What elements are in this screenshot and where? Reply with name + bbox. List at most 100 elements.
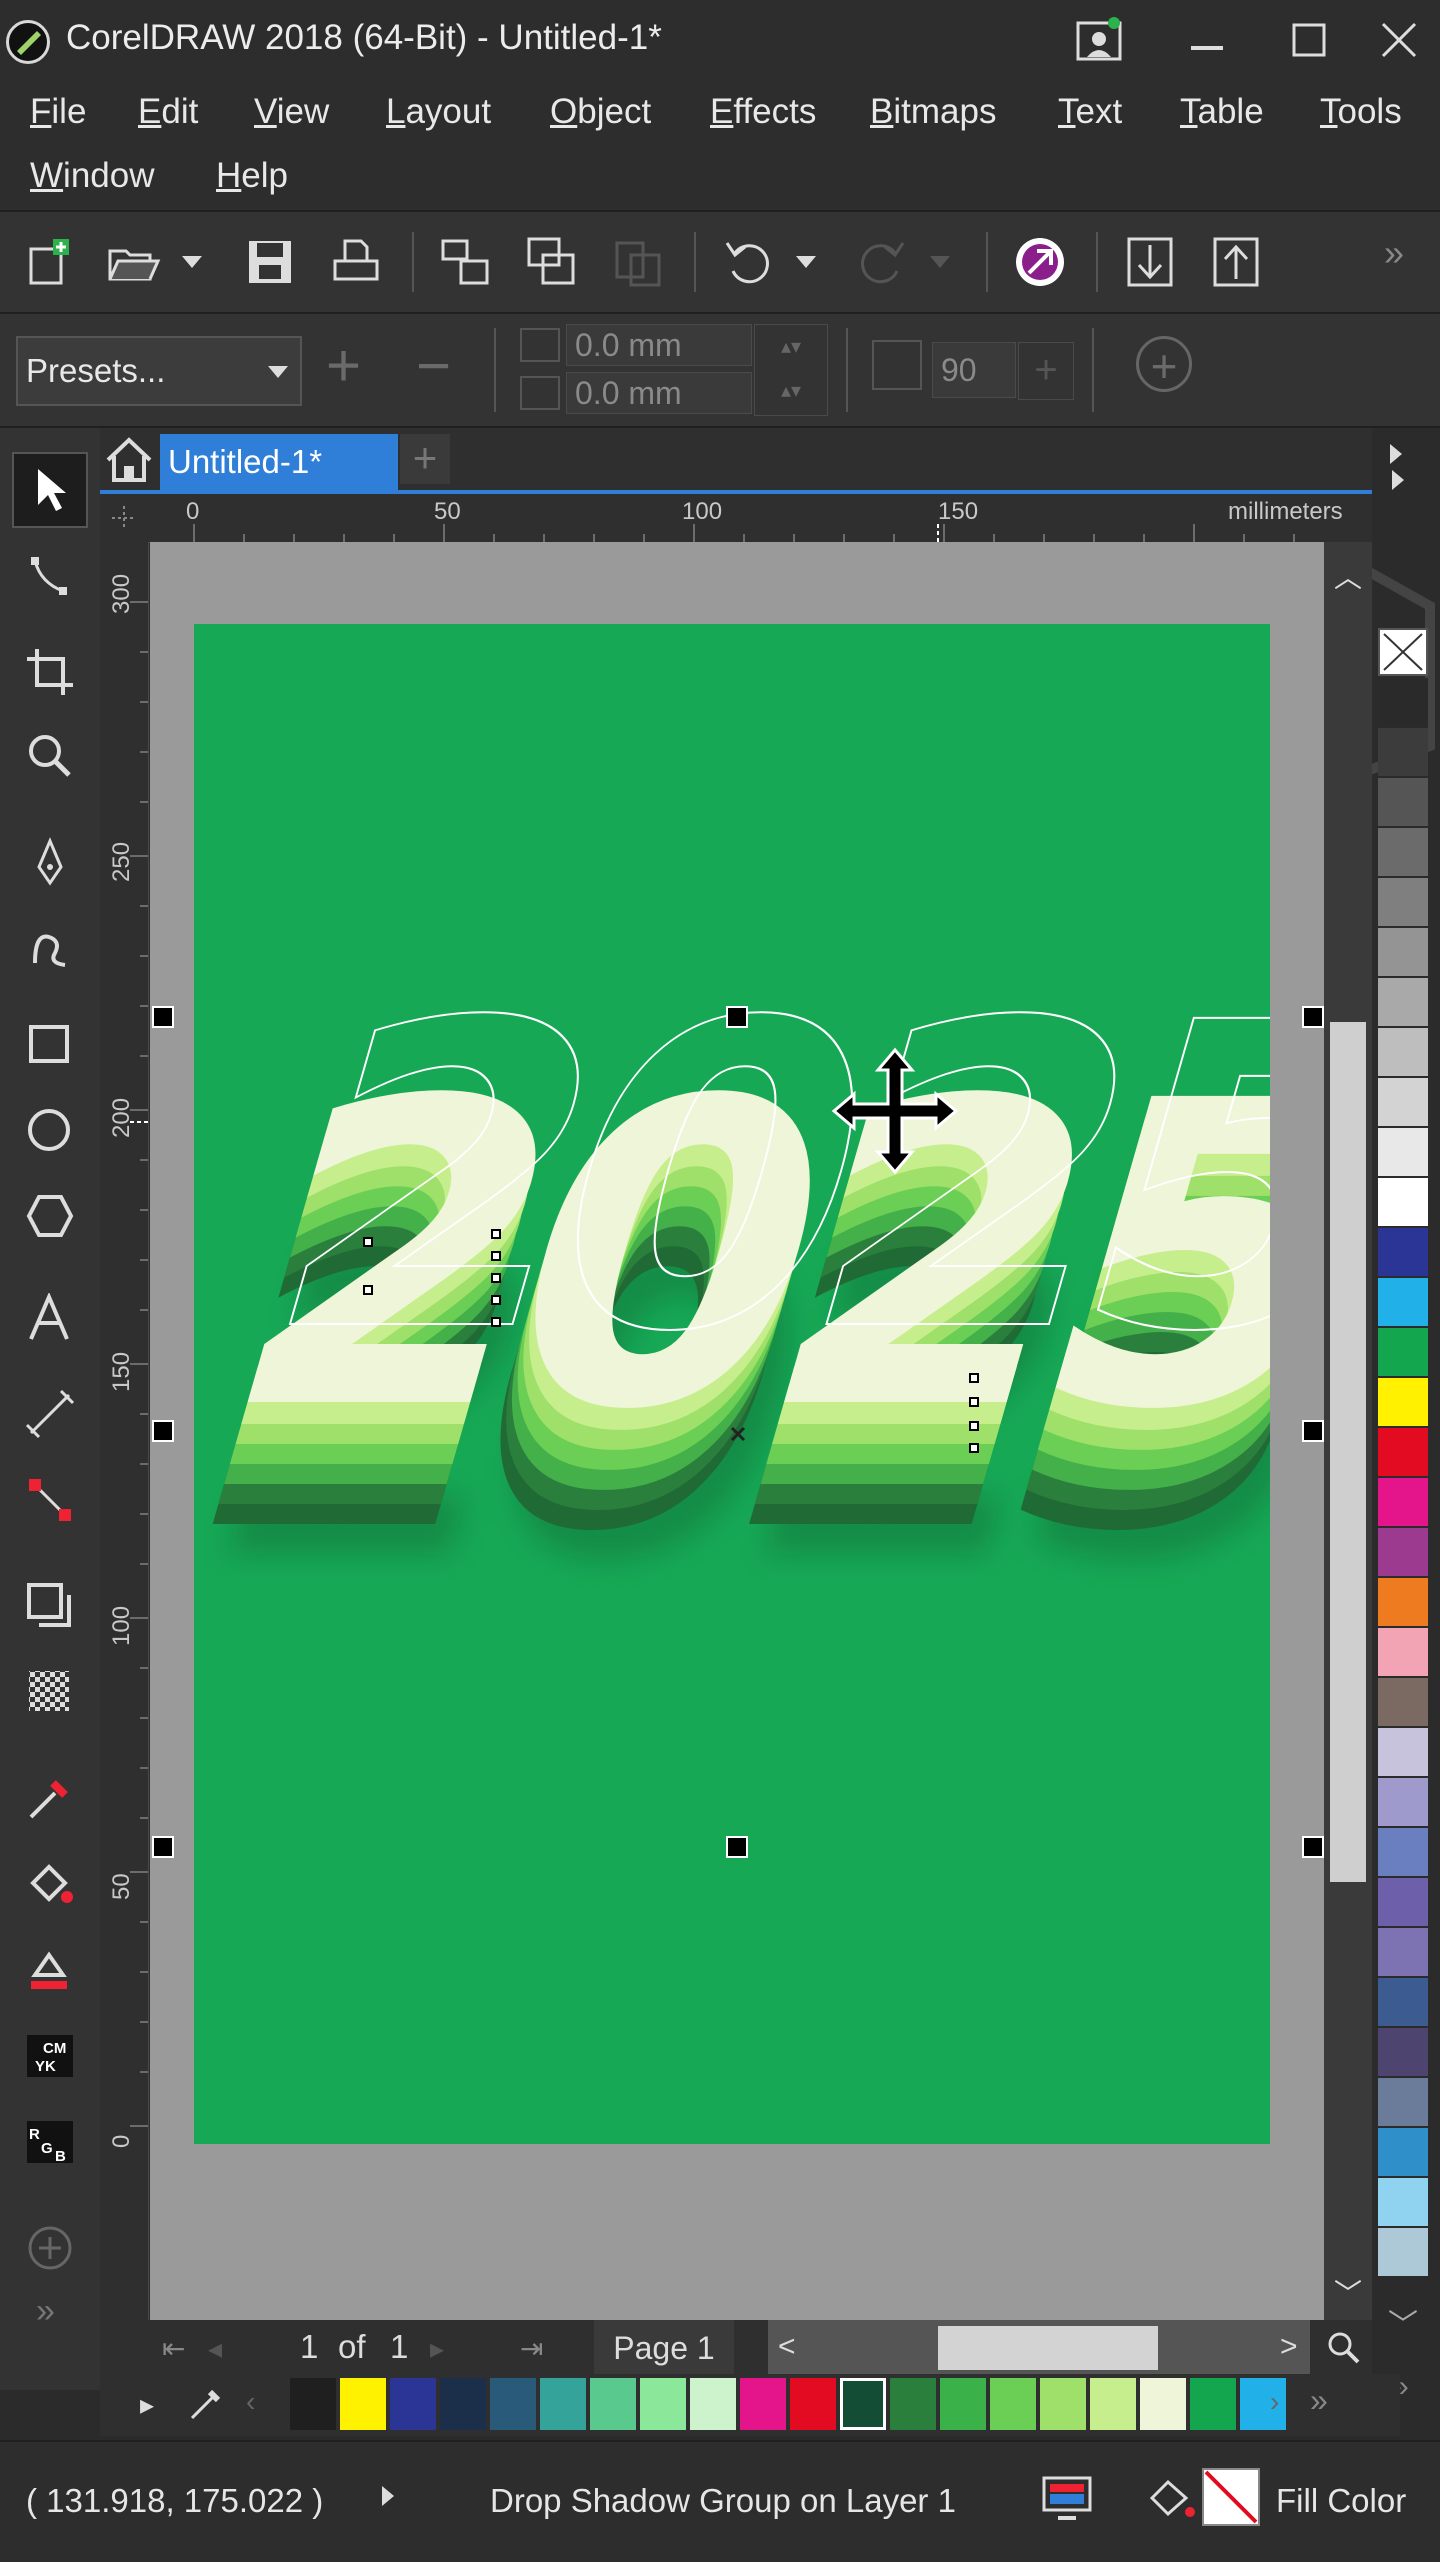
ellipse-tool-icon[interactable]: [12, 1092, 88, 1168]
menu-layout[interactable]: Layout: [386, 92, 491, 132]
cmyk-icon[interactable]: CM YK: [12, 2018, 88, 2094]
palette-swatch[interactable]: [1378, 2228, 1428, 2278]
menu-text[interactable]: Text: [1058, 92, 1122, 132]
palette-swatch[interactable]: [1378, 978, 1428, 1028]
vertical-scrollbar[interactable]: ︿ ﹀: [1324, 542, 1372, 2320]
previous-page-icon[interactable]: ◂: [208, 2332, 222, 2365]
fill-color-swatch[interactable]: [1202, 2468, 1260, 2526]
presets-dropdown[interactable]: Presets...: [16, 336, 302, 406]
palette-expand-icon[interactable]: [1392, 470, 1404, 490]
shape-tool-icon[interactable]: [12, 538, 88, 614]
document-palette-swatch[interactable]: [1040, 2378, 1086, 2430]
document-palette-swatch[interactable]: [1190, 2378, 1236, 2430]
menu-edit[interactable]: Edit: [138, 92, 198, 132]
palette-more-icon[interactable]: »: [1310, 2382, 1328, 2419]
palette-swatch[interactable]: [1378, 1778, 1428, 1828]
palette-swatch[interactable]: [1378, 1478, 1428, 1528]
palette-swatch[interactable]: [1378, 1628, 1428, 1678]
undo-dropdown-icon[interactable]: [796, 256, 816, 268]
palette-swatch[interactable]: [1378, 678, 1428, 728]
palette-swatch[interactable]: [1378, 2128, 1428, 2178]
status-expand-icon[interactable]: [382, 2486, 394, 2506]
palette-swatch[interactable]: [1378, 1828, 1428, 1878]
palette-swatch[interactable]: [1378, 1928, 1428, 1978]
angle-field[interactable]: 90: [932, 342, 1016, 398]
palette-swatch[interactable]: [1378, 1378, 1428, 1428]
corel-connect-icon[interactable]: [1010, 232, 1070, 292]
palette-swatch[interactable]: [1378, 2178, 1428, 2228]
scroll-left-icon[interactable]: <: [778, 2330, 796, 2364]
document-palette-swatch[interactable]: [740, 2378, 786, 2430]
palette-swatch[interactable]: [1378, 1528, 1428, 1578]
horizontal-scrollbar[interactable]: < >: [768, 2320, 1310, 2376]
scroll-up-icon[interactable]: ︿: [1334, 556, 1362, 596]
menu-help[interactable]: Help: [216, 156, 288, 196]
palette-left-icon[interactable]: ‹: [246, 2386, 255, 2418]
new-tab-button[interactable]: +: [400, 434, 450, 484]
palette-swatch[interactable]: [1378, 1328, 1428, 1378]
new-document-icon[interactable]: [20, 232, 80, 292]
rectangle-tool-icon[interactable]: [12, 1006, 88, 1082]
menu-view[interactable]: View: [254, 92, 329, 132]
menu-bitmaps[interactable]: Bitmaps: [870, 92, 996, 132]
artwork-2025[interactable]: 2025 2025 2025 2025 2025 2025 2025 2025 …: [194, 624, 1270, 2144]
smart-fill-tool-icon[interactable]: [12, 1932, 88, 2008]
menu-table[interactable]: Table: [1180, 92, 1264, 132]
document-palette-swatch[interactable]: [490, 2378, 536, 2430]
selection-handle[interactable]: [726, 1836, 748, 1858]
transparency-tool-icon[interactable]: [12, 1654, 88, 1730]
angle-stepper[interactable]: +: [1018, 342, 1074, 400]
import-arrow-icon[interactable]: [1120, 232, 1180, 292]
home-icon[interactable]: [104, 434, 154, 484]
palette-swatch[interactable]: [1378, 1128, 1428, 1178]
next-page-icon[interactable]: ▸: [430, 2332, 444, 2365]
eyedropper-tool-icon[interactable]: [12, 1760, 88, 1836]
export-arrow-icon[interactable]: [1206, 232, 1266, 292]
open-dropdown-icon[interactable]: [182, 256, 202, 268]
zoom-tool-icon[interactable]: [12, 718, 88, 794]
document-palette-swatch[interactable]: [890, 2378, 936, 2430]
palette-swatch[interactable]: [1378, 1978, 1428, 2028]
eyedropper-icon[interactable]: [188, 2386, 224, 2422]
document-palette-swatch[interactable]: [590, 2378, 636, 2430]
document-palette-swatch[interactable]: [640, 2378, 686, 2430]
palette-swatch[interactable]: [1378, 1078, 1428, 1128]
open-folder-icon[interactable]: [104, 232, 164, 292]
palette-right-icon[interactable]: ›: [1270, 2386, 1279, 2418]
menu-file[interactable]: File: [30, 92, 86, 132]
drop-shadow-tool-icon[interactable]: [12, 1568, 88, 1644]
document-palette-swatch[interactable]: [290, 2378, 336, 2430]
import-icon[interactable]: [436, 232, 496, 292]
palette-swatch[interactable]: [1378, 928, 1428, 978]
first-page-icon[interactable]: ⇤: [162, 2332, 185, 2365]
palette-swatch[interactable]: [1378, 1728, 1428, 1778]
palette-scroll-down-icon[interactable]: ﹀: [1388, 2300, 1418, 2344]
horizontal-scroll-thumb[interactable]: [938, 2326, 1158, 2370]
account-icon[interactable]: [1064, 10, 1134, 70]
y-offset-field[interactable]: 0.0 mm: [566, 372, 752, 414]
interactive-fill-tool-icon[interactable]: [12, 1846, 88, 1922]
color-proof-icon[interactable]: [1040, 2472, 1094, 2526]
palette-swatch[interactable]: [1378, 1028, 1428, 1078]
document-palette-swatch[interactable]: [840, 2378, 886, 2430]
selection-handle[interactable]: [152, 1420, 174, 1442]
menu-object[interactable]: Object: [550, 92, 651, 132]
export-icon[interactable]: [522, 232, 582, 292]
palette-swatch[interactable]: [1378, 878, 1428, 928]
selection-handle[interactable]: [152, 1006, 174, 1028]
palette-swatch[interactable]: [1378, 1878, 1428, 1928]
selection-handle[interactable]: [1302, 1006, 1324, 1028]
palette-swatch[interactable]: [1378, 1178, 1428, 1228]
palette-swatch[interactable]: [1378, 828, 1428, 878]
docker-expand-icon[interactable]: [1390, 444, 1402, 464]
document-palette-swatch[interactable]: [690, 2378, 736, 2430]
last-page-icon[interactable]: ⇥: [520, 2332, 543, 2365]
no-color-swatch[interactable]: [1378, 628, 1428, 676]
palette-swatch[interactable]: [1378, 1428, 1428, 1478]
document-palette-swatch[interactable]: [440, 2378, 486, 2430]
document-palette-swatch[interactable]: [990, 2378, 1036, 2430]
palette-swatch[interactable]: [1378, 1228, 1428, 1278]
artistic-media-tool-icon[interactable]: [12, 910, 88, 986]
ruler-origin-icon[interactable]: [108, 502, 140, 534]
document-palette-swatch[interactable]: [390, 2378, 436, 2430]
